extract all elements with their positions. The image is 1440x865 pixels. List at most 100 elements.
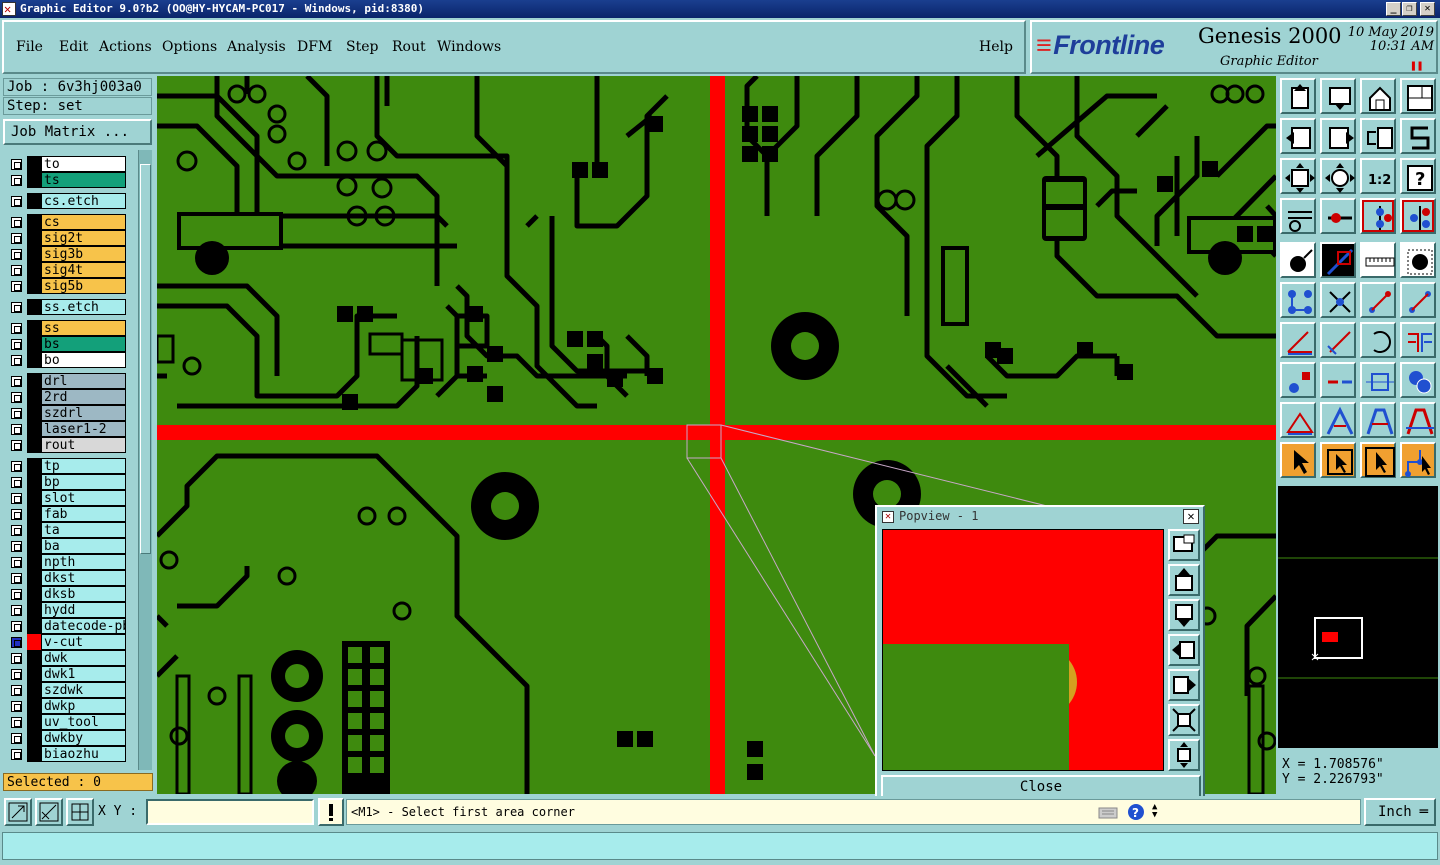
layer-row[interactable]: npth xyxy=(6,554,126,570)
keyboard-icon[interactable] xyxy=(1098,804,1118,820)
layer-color-swatch[interactable] xyxy=(27,570,41,586)
layer-color-swatch[interactable] xyxy=(27,698,41,714)
layer-name[interactable]: ts xyxy=(41,172,126,188)
layer-name[interactable]: dwk1 xyxy=(41,666,126,682)
layer-row[interactable]: drl xyxy=(6,373,126,389)
layer-name[interactable]: tp xyxy=(41,458,126,474)
window-split-icon[interactable] xyxy=(1400,78,1436,114)
layer-row[interactable]: ss.etch xyxy=(6,299,126,315)
layer-checkbox[interactable] xyxy=(11,249,22,260)
overview-map[interactable] xyxy=(1278,486,1438,748)
split-line-icon[interactable] xyxy=(1280,362,1316,398)
layer-name[interactable]: ss xyxy=(41,320,126,336)
layer-checkbox[interactable] xyxy=(11,233,22,244)
layer-color-swatch[interactable] xyxy=(27,421,41,437)
close-window-button[interactable]: ✕ xyxy=(1420,2,1435,16)
layer-row[interactable]: v-cut xyxy=(6,634,126,650)
layer-checkbox[interactable] xyxy=(11,302,22,313)
popview-pan-right-icon[interactable] xyxy=(1168,669,1200,701)
layer-color-swatch[interactable] xyxy=(27,389,41,405)
layer-name[interactable]: ss.etch xyxy=(41,299,126,315)
layer-color-swatch[interactable] xyxy=(27,405,41,421)
layer-name[interactable]: dwk xyxy=(41,650,126,666)
layer-color-swatch[interactable] xyxy=(27,352,41,368)
layer-row[interactable]: dwk1 xyxy=(6,666,126,682)
layer-name[interactable]: to xyxy=(41,156,126,172)
layer-row[interactable]: ss xyxy=(6,320,126,336)
warning-icon[interactable] xyxy=(318,798,344,826)
menu-step[interactable]: Step xyxy=(346,39,378,55)
layer-checkbox[interactable] xyxy=(11,323,22,334)
layer-color-swatch[interactable] xyxy=(27,437,41,453)
layer-color-swatch[interactable] xyxy=(27,618,41,634)
layer-row[interactable]: hydd xyxy=(6,602,126,618)
layer-color-swatch[interactable] xyxy=(27,554,41,570)
rotate-icon[interactable] xyxy=(1360,322,1396,358)
layer-name[interactable]: datecode-pbc xyxy=(41,618,126,634)
layer-name[interactable]: dkst xyxy=(41,570,126,586)
layer-color-swatch[interactable] xyxy=(27,278,41,294)
layer-name[interactable]: sig4t xyxy=(41,262,126,278)
layer-color-swatch[interactable] xyxy=(27,490,41,506)
popview-titlebar[interactable]: ✕ Popview - 1 xyxy=(879,508,1201,526)
layer-row[interactable]: ts xyxy=(6,172,126,188)
layer-row[interactable]: bp xyxy=(6,474,126,490)
delete-feature-icon[interactable] xyxy=(1320,282,1356,318)
layer-name[interactable]: drl xyxy=(41,373,126,389)
zoom-home-icon[interactable] xyxy=(1280,78,1316,114)
command-line[interactable] xyxy=(2,832,1438,860)
layer-row[interactable]: szdrl xyxy=(6,405,126,421)
layer-name[interactable]: 2rd xyxy=(41,389,126,405)
layer-name[interactable]: hydd xyxy=(41,602,126,618)
layer-row[interactable]: sig2t xyxy=(6,230,126,246)
menu-windows[interactable]: Windows xyxy=(437,39,501,55)
layer-name[interactable]: cs xyxy=(41,214,126,230)
layer-color-swatch[interactable] xyxy=(27,336,41,352)
scroll-thumb[interactable] xyxy=(140,164,151,554)
layer-row[interactable]: rout xyxy=(6,437,126,453)
layer-checkbox[interactable] xyxy=(11,717,22,728)
mirror-icon[interactable] xyxy=(1400,322,1436,358)
layer-name[interactable]: npth xyxy=(41,554,126,570)
angle-icon[interactable] xyxy=(1280,322,1316,358)
layer-color-swatch[interactable] xyxy=(27,172,41,188)
layer-row[interactable]: dwkby xyxy=(6,730,126,746)
layer-row[interactable]: fab xyxy=(6,506,126,522)
menu-dfm[interactable]: DFM xyxy=(297,39,332,55)
popview-pan-down-icon[interactable] xyxy=(1168,599,1200,631)
layer-row[interactable]: dksb xyxy=(6,586,126,602)
stretch-icon[interactable] xyxy=(1360,362,1396,398)
layer-row[interactable]: slot xyxy=(6,490,126,506)
layer-name[interactable]: cs.etch xyxy=(41,193,126,209)
layer-color-swatch[interactable] xyxy=(27,373,41,389)
layer-checkbox[interactable] xyxy=(11,509,22,520)
menu-options[interactable]: Options xyxy=(162,39,217,55)
layer-row[interactable]: dwkp xyxy=(6,698,126,714)
layer-color-swatch[interactable] xyxy=(27,730,41,746)
layer-row[interactable]: laser1-2 xyxy=(6,421,126,437)
layer-checkbox[interactable] xyxy=(11,573,22,584)
layer-row[interactable]: sig4t xyxy=(6,262,126,278)
layer-color-swatch[interactable] xyxy=(27,682,41,698)
layer-color-swatch[interactable] xyxy=(27,666,41,682)
snap-center-icon[interactable] xyxy=(1400,198,1436,234)
popview-pan-up-icon[interactable] xyxy=(1168,564,1200,596)
layer-color-swatch[interactable] xyxy=(27,246,41,262)
layer-name[interactable]: uv_tool xyxy=(41,714,126,730)
layer-name[interactable]: bs xyxy=(41,336,126,352)
layer-color-swatch[interactable] xyxy=(27,522,41,538)
layer-checkbox[interactable] xyxy=(11,265,22,276)
layer-checkbox[interactable] xyxy=(11,159,22,170)
connect-nodes-icon[interactable] xyxy=(1280,282,1316,318)
layer-checkbox[interactable] xyxy=(11,669,22,680)
copy-shapes-icon[interactable] xyxy=(1400,362,1436,398)
popview-zoom-out-icon[interactable] xyxy=(1168,739,1200,771)
minimize-button[interactable]: _ xyxy=(1386,2,1401,16)
help-query-icon[interactable]: ? xyxy=(1400,158,1436,194)
help-icon[interactable]: ? xyxy=(1126,803,1146,821)
fillet-icon[interactable] xyxy=(1280,402,1316,438)
layer-name[interactable]: dksb xyxy=(41,586,126,602)
layer-name[interactable]: fab xyxy=(41,506,126,522)
menu-help[interactable]: Help xyxy=(979,39,1013,55)
layer-color-swatch[interactable] xyxy=(27,214,41,230)
